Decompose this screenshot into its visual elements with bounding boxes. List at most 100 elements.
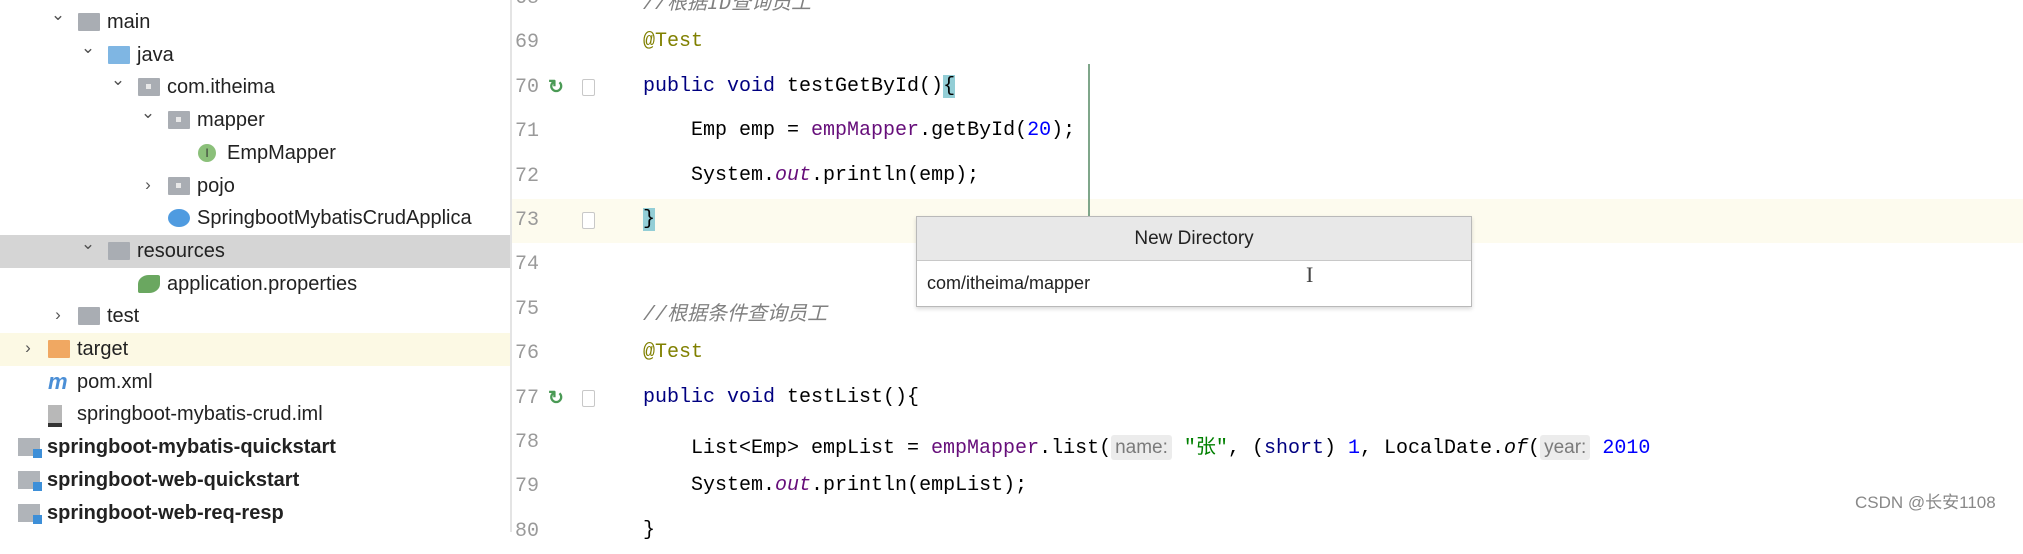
code-token: .getById( <box>919 119 1028 143</box>
code-line[interactable]: 71 Emp emp = empMapper.getById(20); <box>512 110 2023 154</box>
tree-item-label: pojo <box>197 174 235 197</box>
tree-item[interactable]: ⌄ java <box>0 37 510 72</box>
line-number: 79 <box>515 475 540 499</box>
tree-item[interactable]: › pojo <box>0 170 510 203</box>
tree-item[interactable]: › test <box>0 300 510 333</box>
code-token: System. <box>643 163 776 187</box>
line-number: 72 <box>515 164 540 188</box>
tree-item[interactable]: ⌄ com.itheima <box>0 69 510 104</box>
directory-name-input[interactable] <box>917 261 1471 306</box>
line-number: 78 <box>515 431 540 454</box>
module-icon <box>18 470 42 491</box>
chevron-right-icon[interactable]: › <box>50 304 66 326</box>
code-line[interactable]: 70 ↻ public void testGetById(){ <box>512 66 2023 110</box>
tree-item[interactable]: ⌄ mapper <box>0 102 510 137</box>
tree-item-label: EmpMapper <box>227 141 336 164</box>
code-token: public void <box>643 74 788 98</box>
tree-item[interactable]: springboot-mybatis-crud.iml <box>0 398 510 431</box>
chevron-down-icon[interactable]: ⌄ <box>140 102 156 124</box>
code-token: public void <box>643 385 788 409</box>
run-test-icon[interactable]: ↻ <box>548 76 564 99</box>
fold-marker-icon[interactable] <box>582 389 595 407</box>
tree-item-label: springboot-mybatis-crud.iml <box>77 403 323 426</box>
tree-item-label: resources <box>137 239 225 262</box>
tree-item[interactable]: springboot-web-quickstart <box>0 464 510 497</box>
watermark: CSDN @长安1108 <box>1855 493 1996 512</box>
code-text: } <box>643 519 655 542</box>
chevron-down-icon[interactable]: ⌄ <box>80 37 96 59</box>
tree-item[interactable]: springboot-web-req-resp <box>0 497 510 530</box>
code-token: ( <box>1528 437 1541 460</box>
folder-icon <box>78 307 100 326</box>
code-token: out <box>775 163 812 187</box>
interface-icon: I <box>198 143 216 162</box>
tree-item-label: mapper <box>197 109 265 132</box>
code-token: } <box>643 518 656 542</box>
line-number: 76 <box>515 342 540 366</box>
code-text: System.out.println(emp); <box>643 164 979 187</box>
code-line[interactable]: 68 //根据ID查询员工 <box>512 0 2023 21</box>
run-test-icon[interactable]: ↻ <box>548 387 564 410</box>
tree-item[interactable]: I EmpMapper <box>0 137 510 170</box>
tree-item-label: springboot-web-req-resp <box>47 501 284 524</box>
code-token: out <box>775 474 812 498</box>
tree-item-label: main <box>107 11 151 33</box>
line-number: 69 <box>515 31 540 55</box>
tree-item-label: springboot-mybatis-quickstart <box>47 436 336 459</box>
project-tree: ⌄ main ⌄ java ⌄ com.itheima ⌄ mapper I EmpMapper ›… <box>0 0 510 532</box>
code-text: } <box>643 208 656 231</box>
chevron-right-icon[interactable]: › <box>20 337 36 359</box>
code-token: { <box>943 74 956 98</box>
tree-item[interactable]: ⌄ resources <box>0 233 510 268</box>
tree-item[interactable]: m pom.xml <box>0 366 510 399</box>
code-line[interactable]: 72 System.out.println(emp); <box>512 155 2023 199</box>
code-token: //根据条件查询员工 <box>643 303 828 327</box>
module-icon <box>18 503 42 524</box>
source-folder-icon <box>108 45 130 64</box>
code-text: @Test <box>643 341 703 364</box>
new-directory-dialog: New Directory <box>916 216 1472 307</box>
line-number: 71 <box>515 120 540 144</box>
code-token: testList(){ <box>787 385 920 409</box>
tree-item-label: application.properties <box>167 272 358 295</box>
code-line[interactable]: 78 List<Emp> empList = empMapper.list(na… <box>512 421 2023 465</box>
code-line[interactable]: 76 @Test <box>512 332 2023 376</box>
package-icon <box>168 111 190 130</box>
resources-folder-icon <box>108 241 130 260</box>
code-token: } <box>643 208 656 231</box>
code-token: .list( <box>1039 437 1112 460</box>
fold-marker-icon[interactable] <box>582 78 595 96</box>
code-token: 1 <box>1347 437 1360 460</box>
tree-item[interactable]: › target <box>0 333 510 366</box>
tree-item[interactable]: application.properties <box>0 268 510 301</box>
iml-file-icon <box>48 405 62 428</box>
chevron-down-icon[interactable]: ⌄ <box>80 233 96 255</box>
code-line[interactable]: 77 ↻ public void testList(){ <box>512 377 2023 421</box>
code-text: public void testGetById(){ <box>643 74 956 98</box>
code-token: ) <box>1323 437 1348 460</box>
code-token: @Test <box>643 341 704 365</box>
tree-item[interactable]: ⌄ main <box>0 4 510 39</box>
package-icon <box>138 78 160 97</box>
chevron-down-icon[interactable]: ⌄ <box>110 69 126 91</box>
tree-item[interactable]: SpringbootMybatisCrudApplica <box>0 202 510 235</box>
code-token: System. <box>643 474 776 498</box>
code-token: 2010 <box>1602 437 1651 460</box>
code-line[interactable]: 69 @Test <box>512 21 2023 65</box>
tree-item-label: target <box>77 338 129 360</box>
module-icon <box>18 438 42 459</box>
chevron-down-icon[interactable]: ⌄ <box>50 4 66 26</box>
tree-item[interactable]: springboot-mybatis-quickstart <box>0 431 510 464</box>
excluded-folder-icon <box>48 340 70 358</box>
line-number: 80 <box>515 519 540 543</box>
tree-item-label: com.itheima <box>167 76 275 99</box>
code-token: List<Emp> empList = <box>643 437 932 460</box>
dialog-title: New Directory <box>917 217 1471 261</box>
fold-marker-icon[interactable] <box>582 212 595 229</box>
chevron-right-icon[interactable]: › <box>140 174 156 196</box>
tree-item-label: test <box>107 305 140 328</box>
code-line[interactable]: 79 System.out.println(empList); <box>512 465 2023 509</box>
code-token: Emp emp = <box>643 119 812 143</box>
